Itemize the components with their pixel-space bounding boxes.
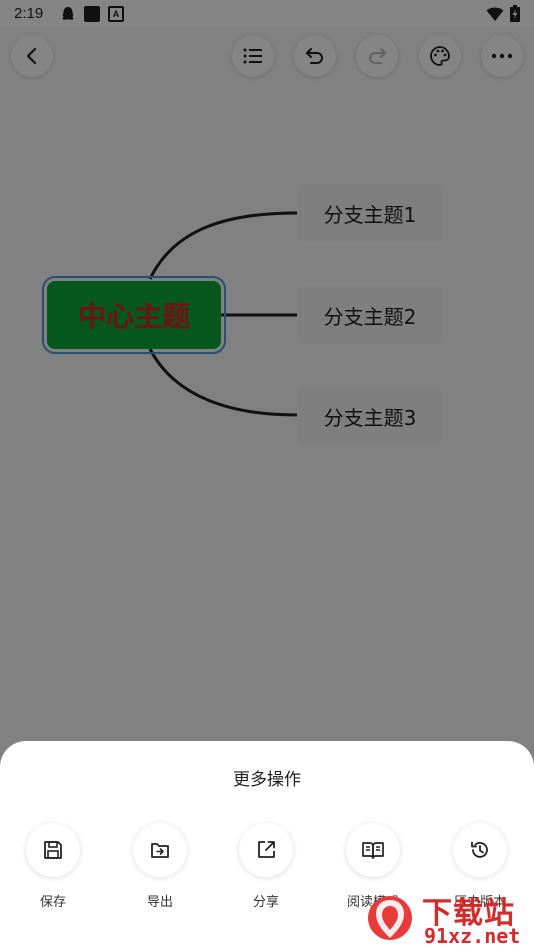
watermark: 下载站 91xz.net <box>364 888 534 950</box>
save-action-circle[interactable] <box>26 823 80 877</box>
save-icon <box>44 841 62 859</box>
share-action-circle[interactable] <box>239 823 293 877</box>
save-action[interactable]: 保存 <box>8 823 98 910</box>
history-icon <box>471 841 488 858</box>
share-action-label: 分享 <box>252 895 279 910</box>
read-mode-action-circle[interactable] <box>346 823 400 877</box>
export-action-label: 导出 <box>146 895 173 910</box>
sheet-title: 更多操作 <box>233 770 301 790</box>
share-action[interactable]: 分享 <box>221 823 311 910</box>
save-action-label: 保存 <box>39 895 66 910</box>
watermark-logo-icon <box>368 896 412 940</box>
export-icon <box>151 843 169 858</box>
history-action-circle[interactable] <box>453 823 507 877</box>
watermark-sub-text: 91xz.net <box>424 924 521 948</box>
share-icon <box>258 841 275 858</box>
export-action-circle[interactable] <box>133 823 187 877</box>
read-mode-icon <box>362 842 384 859</box>
export-action[interactable]: 导出 <box>115 823 205 910</box>
